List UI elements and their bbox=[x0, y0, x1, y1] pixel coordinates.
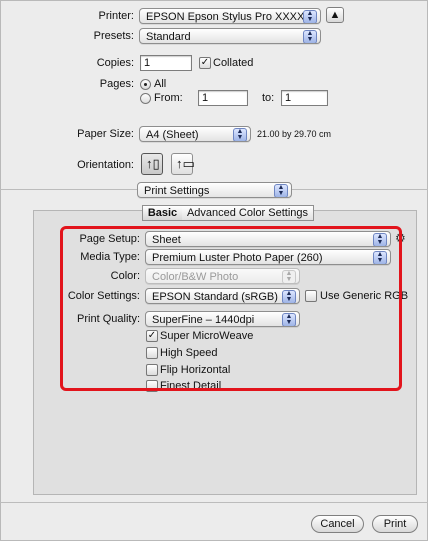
presets-popup[interactable]: Standard ▲ ▼ bbox=[139, 28, 321, 44]
popup-arrows-icon: ▲ ▼ bbox=[274, 184, 288, 197]
pages-from-field[interactable]: 1 bbox=[198, 90, 248, 106]
triangle-up-icon: ▲ bbox=[329, 9, 341, 21]
disclosure-button[interactable]: ▲ bbox=[326, 7, 344, 23]
popup-arrows-icon: ▲ ▼ bbox=[303, 10, 317, 23]
pages-to-field[interactable]: 1 bbox=[281, 90, 328, 106]
paper-dimensions: 21.00 by 29.70 cm bbox=[257, 129, 332, 139]
landscape-figure-icon: ↑▭ bbox=[176, 156, 195, 171]
pages-label: Pages: bbox=[99, 78, 134, 90]
presets-label: Presets: bbox=[93, 30, 134, 42]
collated-checkbox[interactable]: ✓ bbox=[199, 57, 211, 69]
pages-to-label: to: bbox=[262, 92, 275, 104]
printer-value: EPSON Epson Stylus Pro XXXX bbox=[146, 11, 305, 23]
popup-arrows-icon: ▲ ▼ bbox=[303, 30, 317, 43]
pages-from-radio[interactable] bbox=[140, 93, 151, 104]
portrait-figure-icon: ↑▯ bbox=[146, 156, 160, 171]
collated-label: Collated bbox=[213, 57, 254, 69]
copies-field[interactable]: 1 bbox=[140, 55, 192, 71]
bottom-separator bbox=[0, 502, 428, 503]
orientation-label: Orientation: bbox=[77, 159, 134, 171]
paper-size-value: A4 (Sheet) bbox=[146, 129, 199, 141]
paper-size-label: Paper Size: bbox=[77, 128, 134, 140]
section-value: Print Settings bbox=[144, 185, 210, 197]
cancel-button[interactable]: Cancel bbox=[311, 515, 364, 533]
pages-from-label: From: bbox=[154, 92, 183, 104]
presets-value: Standard bbox=[146, 31, 191, 43]
tab-advanced-color[interactable]: Advanced Color Settings bbox=[182, 205, 314, 221]
pages-all-radio[interactable] bbox=[140, 79, 151, 90]
orientation-portrait-button[interactable]: ↑▯ bbox=[141, 153, 163, 175]
section-popup[interactable]: Print Settings ▲ ▼ bbox=[137, 182, 292, 198]
highlight-box bbox=[60, 226, 402, 391]
popup-arrows-icon: ▲ ▼ bbox=[233, 128, 247, 141]
printer-popup[interactable]: EPSON Epson Stylus Pro XXXX ▲ ▼ bbox=[139, 8, 321, 24]
orientation-landscape-button[interactable]: ↑▭ bbox=[171, 153, 195, 175]
copies-label: Copies: bbox=[96, 57, 134, 69]
pages-all-label: All bbox=[154, 78, 167, 90]
print-button[interactable]: Print bbox=[372, 515, 418, 533]
paper-size-popup[interactable]: A4 (Sheet) ▲ ▼ bbox=[139, 126, 251, 142]
tab-advanced-color-label: Advanced Color Settings bbox=[186, 207, 309, 219]
printer-label: Printer: bbox=[98, 10, 134, 22]
tab-basic-label: Basic bbox=[147, 207, 178, 219]
tab-basic[interactable]: Basic bbox=[142, 205, 183, 221]
